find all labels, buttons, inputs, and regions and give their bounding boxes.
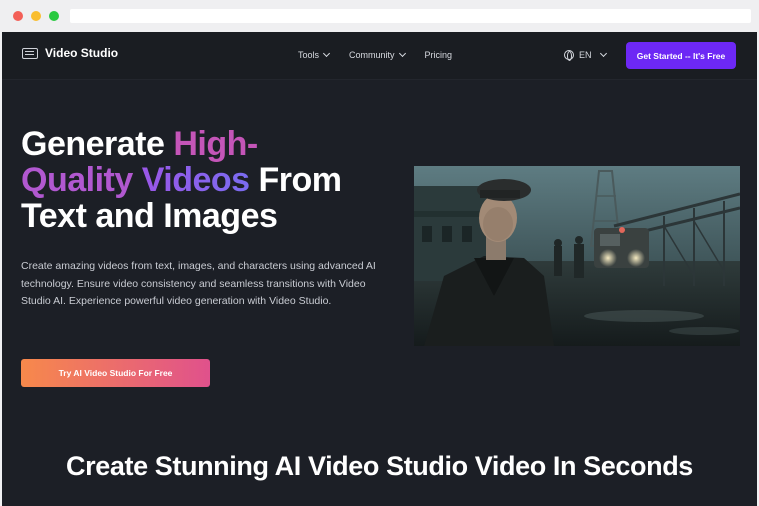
nav-tools[interactable]: Tools bbox=[298, 49, 331, 60]
film-icon bbox=[22, 47, 38, 59]
nav-community-label: Community bbox=[349, 50, 395, 60]
page: Video Studio Tools Community Pricing EN … bbox=[2, 32, 757, 506]
language-selector[interactable]: EN bbox=[564, 49, 607, 61]
brand-logo[interactable]: Video Studio bbox=[22, 46, 118, 60]
get-started-button[interactable]: Get Started -- It's Free bbox=[626, 42, 736, 69]
section-title: Create Stunning AI Video Studio Video In… bbox=[66, 451, 693, 481]
nav-community[interactable]: Community bbox=[349, 49, 406, 60]
maximize-window-button[interactable] bbox=[49, 11, 59, 21]
hero-video-image bbox=[414, 166, 740, 346]
globe-icon bbox=[564, 50, 574, 61]
minimize-window-button[interactable] bbox=[31, 11, 41, 21]
browser-chrome bbox=[0, 0, 759, 32]
hero-title-highlight2b: Videos bbox=[132, 161, 250, 199]
hero-title: Generate High- Quality Videos From Text … bbox=[21, 126, 391, 234]
chevron-down-icon bbox=[322, 49, 331, 58]
brand-name: Video Studio bbox=[45, 46, 119, 60]
try-free-button[interactable]: Try AI Video Studio For Free bbox=[21, 359, 210, 387]
top-navigation: Video Studio Tools Community Pricing EN … bbox=[2, 32, 757, 80]
nav-pricing-label: Pricing bbox=[424, 50, 453, 60]
nav-tools-label: Tools bbox=[298, 50, 320, 60]
hero-title-highlight2a: Quality bbox=[21, 161, 133, 199]
hero-scene bbox=[414, 166, 740, 346]
address-bar[interactable] bbox=[70, 9, 751, 23]
language-label: EN bbox=[579, 50, 592, 60]
hero-title-part3: Text and Images bbox=[21, 197, 278, 235]
chevron-down-icon bbox=[599, 49, 607, 58]
hero-description: Create amazing videos from text, images,… bbox=[21, 260, 376, 307]
hero-title-highlight1: High- bbox=[173, 125, 258, 163]
chevron-down-icon bbox=[398, 49, 406, 58]
close-window-button[interactable] bbox=[13, 11, 23, 21]
hero-title-part1: Generate bbox=[21, 125, 174, 163]
nav-pricing[interactable]: Pricing bbox=[425, 50, 453, 60]
nav-links: Tools Community Pricing bbox=[298, 49, 453, 60]
hero-title-part2: From bbox=[249, 161, 343, 199]
